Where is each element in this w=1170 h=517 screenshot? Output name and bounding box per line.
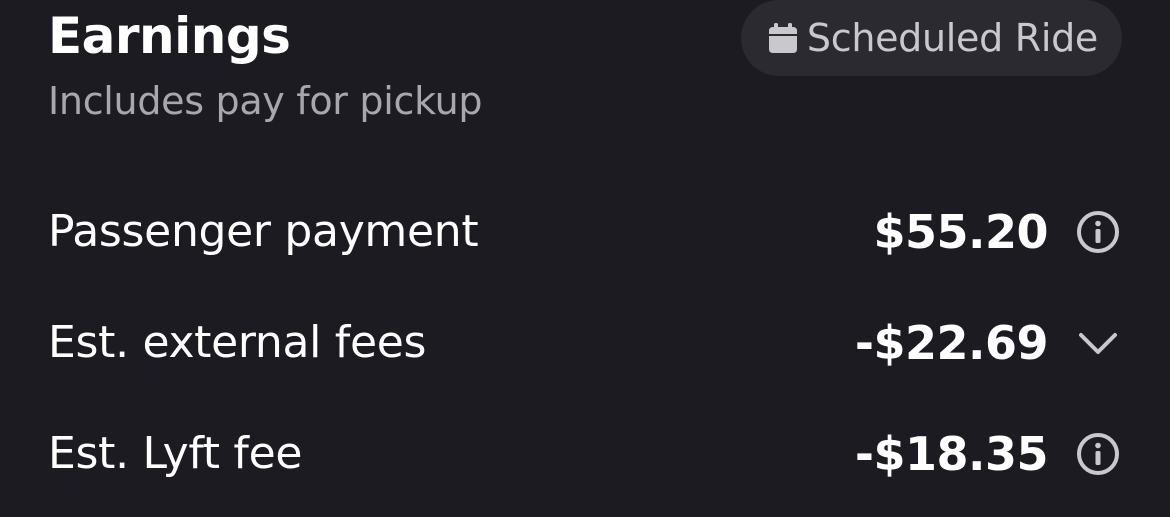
page-title: Earnings	[48, 7, 291, 65]
chevron-down-icon[interactable]	[1074, 319, 1122, 367]
row-label: Est. Lyft fee	[48, 428, 303, 479]
page-subtitle: Includes pay for pickup	[48, 79, 483, 123]
badge-label: Scheduled Ride	[806, 16, 1098, 60]
earnings-breakdown: Passenger payment $55.20 Est. external f…	[48, 176, 1122, 509]
scheduled-ride-badge: Scheduled Ride	[740, 0, 1122, 76]
row-amount: $55.20	[873, 204, 1048, 259]
earnings-row-external-fees[interactable]: Est. external fees -$22.69	[48, 287, 1122, 398]
earnings-row-passenger-payment: Passenger payment $55.20	[48, 176, 1122, 287]
row-amount: -$22.69	[854, 315, 1049, 370]
row-label: Est. external fees	[48, 317, 427, 368]
earnings-header: Earnings Includes pay for pickup Schedul…	[48, 0, 1122, 140]
calendar-icon	[767, 23, 799, 53]
row-label: Passenger payment	[48, 206, 479, 257]
earnings-row-lyft-fee: Est. Lyft fee -$18.35	[48, 398, 1122, 509]
info-icon[interactable]	[1074, 430, 1122, 478]
row-amount: -$18.35	[854, 426, 1049, 481]
info-icon[interactable]	[1074, 208, 1122, 256]
